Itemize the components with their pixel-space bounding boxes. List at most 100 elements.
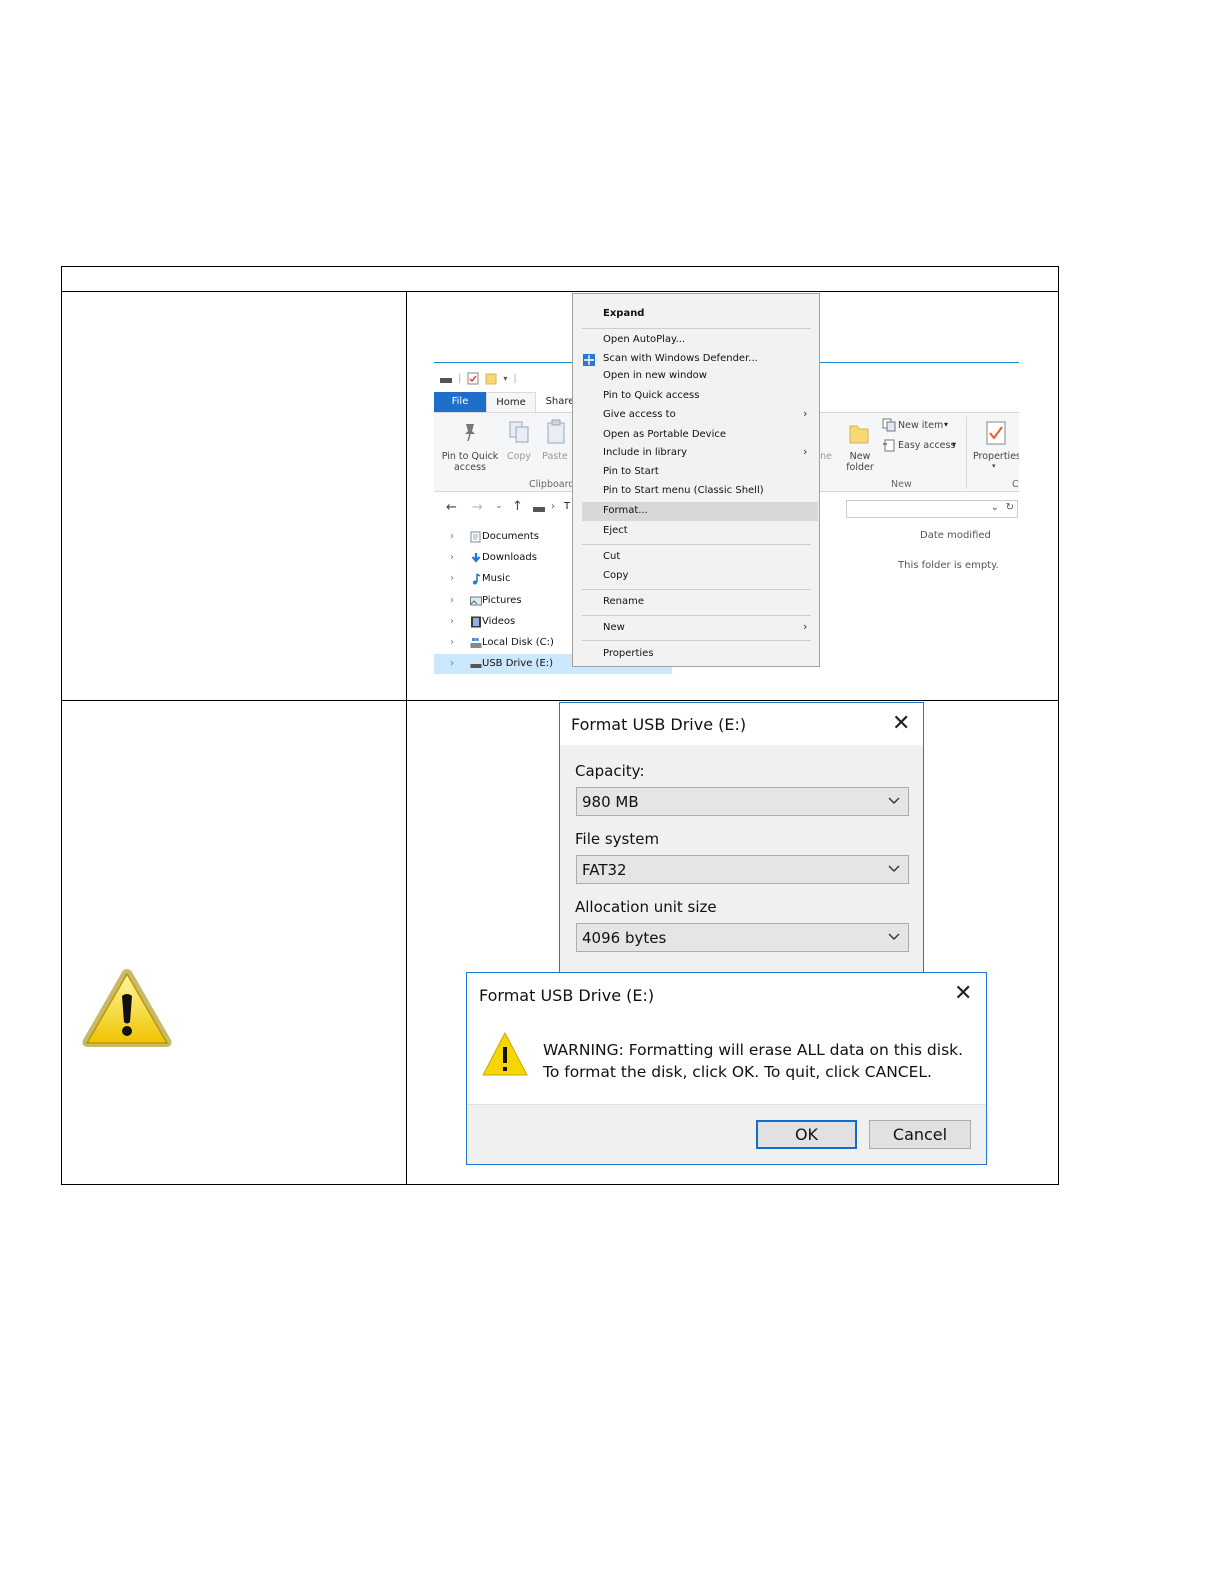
address-box[interactable]: ⌄ ↻ <box>846 500 1018 518</box>
warning-message-line-1: WARNING: Formatting will erase ALL data … <box>543 1041 964 1059</box>
back-arrow-icon[interactable]: ← <box>446 500 457 515</box>
music-icon <box>473 573 481 585</box>
submenu-arrow-icon: › <box>803 407 808 420</box>
file-system-label: File system <box>575 830 660 848</box>
menu-item-cut[interactable]: Cut <box>603 551 620 562</box>
refresh-icon[interactable]: ↻ <box>1006 502 1014 513</box>
menu-item-give-access[interactable]: Give access to <box>603 409 676 420</box>
menu-item-open-autoplay[interactable]: Open AutoPlay... <box>603 334 685 345</box>
menu-item-eject[interactable]: Eject <box>603 525 628 536</box>
usb-drive-icon <box>470 664 482 668</box>
menu-item-pin-start-classic[interactable]: Pin to Start menu (Classic Shell) <box>603 485 764 496</box>
up-arrow-icon[interactable]: ↑ <box>512 499 523 514</box>
new-group-label: New <box>891 479 912 490</box>
tree-item-label: USB Drive (E:) <box>482 658 554 669</box>
paste-button[interactable]: Paste <box>538 451 572 462</box>
menu-item-format[interactable]: Format... <box>603 505 648 516</box>
column-header-date-modified[interactable]: Date modified <box>920 530 991 541</box>
menu-item-expand[interactable]: Expand <box>603 308 644 319</box>
menu-item-pin-quick-access[interactable]: Pin to Quick access <box>603 390 699 401</box>
cut-off-group-label: C <box>1012 479 1019 490</box>
local-disk-icon <box>470 638 482 648</box>
file-system-select[interactable]: FAT32 <box>576 855 909 884</box>
close-icon[interactable]: ✕ <box>892 713 910 735</box>
address-dropdown-icon[interactable]: ⌄ <box>991 502 999 513</box>
menu-separator <box>582 589 811 590</box>
pictures-icon <box>470 596 482 606</box>
menu-separator <box>582 328 811 329</box>
menu-item-open-portable[interactable]: Open as Portable Device <box>603 429 726 440</box>
menu-item-include-library[interactable]: Include in library <box>603 447 687 458</box>
menu-item-new[interactable]: New <box>603 622 625 633</box>
documents-icon <box>470 531 481 543</box>
expand-chevron-icon[interactable]: › <box>450 548 454 568</box>
downloads-icon <box>471 553 481 563</box>
dialog-title: Format USB Drive (E:) <box>479 986 655 1005</box>
chevron-down-icon <box>888 865 900 872</box>
format-dialog-titlebar: Format USB Drive (E:) ✕ <box>560 703 923 745</box>
clipboard-group-label: Clipboard <box>529 479 575 490</box>
allocation-unit-select[interactable]: 4096 bytes <box>576 923 909 952</box>
submenu-arrow-icon: › <box>803 620 808 633</box>
chevron-down-icon <box>888 933 900 940</box>
warning-icon <box>482 1031 528 1076</box>
capacity-label: Capacity: <box>575 762 645 780</box>
properties-dropdown-icon[interactable]: ▾ <box>992 462 996 470</box>
new-item-dropdown-icon[interactable]: ▾ <box>944 420 948 429</box>
menu-item-rename[interactable]: Rename <box>603 596 644 607</box>
windows-defender-icon <box>583 354 595 366</box>
tab-home[interactable]: Home <box>486 392 536 412</box>
tree-item-label: Pictures <box>482 595 522 606</box>
new-item-button[interactable]: New item <box>898 420 943 431</box>
tree-item-label: Downloads <box>482 552 537 563</box>
qat-dropdown-icon[interactable]: ▾ <box>503 374 507 383</box>
forward-arrow-icon[interactable]: → <box>472 500 483 515</box>
ribbon-group-divider <box>966 417 967 489</box>
capacity-value: 980 MB <box>582 793 639 811</box>
properties-small-icon <box>467 372 479 384</box>
cancel-button[interactable]: Cancel <box>869 1120 971 1149</box>
menu-separator <box>582 544 811 545</box>
expand-chevron-icon[interactable]: › <box>450 591 454 611</box>
close-icon[interactable]: ✕ <box>954 983 972 1005</box>
menu-item-scan-defender[interactable]: Scan with Windows Defender... <box>603 353 758 364</box>
context-menu: Expand Open AutoPlay... Scan with Window… <box>572 293 820 667</box>
menu-separator <box>582 640 811 641</box>
address-fragment: T <box>564 501 571 512</box>
allocation-unit-value: 4096 bytes <box>582 929 667 947</box>
table-row-divider <box>61 700 1059 701</box>
tab-file[interactable]: File <box>434 392 486 412</box>
recent-locations-icon[interactable]: ⌄ <box>495 501 503 511</box>
drive-icon <box>440 377 452 383</box>
submenu-arrow-icon: › <box>803 445 808 458</box>
warning-dialog: Format USB Drive (E:) ✕ WARNING: Formatt… <box>466 972 987 1165</box>
easy-access-dropdown-icon[interactable]: ▾ <box>952 440 956 449</box>
expand-chevron-icon[interactable]: › <box>450 654 454 674</box>
new-folder-icon <box>849 425 869 444</box>
easy-access-button[interactable]: Easy access <box>898 440 955 451</box>
ok-button[interactable]: OK <box>756 1120 857 1149</box>
address-drive-icon <box>533 507 545 512</box>
menu-item-pin-start[interactable]: Pin to Start <box>603 466 659 477</box>
menu-item-copy[interactable]: Copy <box>603 570 628 581</box>
copy-button[interactable]: Copy <box>502 451 536 462</box>
menu-item-properties[interactable]: Properties <box>603 648 654 659</box>
expand-chevron-icon[interactable]: › <box>450 612 454 632</box>
pin-quick-access-button[interactable]: Pin to Quick access <box>438 451 502 473</box>
file-system-value: FAT32 <box>582 861 627 879</box>
capacity-select[interactable]: 980 MB <box>576 787 909 816</box>
tree-item-label: Music <box>482 573 511 584</box>
easy-access-icon <box>883 439 895 452</box>
breadcrumb-chevron-icon: › <box>551 501 555 512</box>
format-dialog: Format USB Drive (E:) ✕ Capacity: 980 MB… <box>559 702 924 974</box>
new-folder-button[interactable]: New folder <box>842 451 878 473</box>
dialog-title: Format USB Drive (E:) <box>571 715 747 734</box>
menu-item-open-new-window[interactable]: Open in new window <box>603 370 707 381</box>
expand-chevron-icon[interactable]: › <box>450 633 454 653</box>
tree-item-label: Documents <box>482 531 540 542</box>
expand-chevron-icon[interactable]: › <box>450 569 454 589</box>
expand-chevron-icon[interactable]: › <box>450 527 454 547</box>
properties-button[interactable]: Properties <box>972 451 1019 462</box>
chevron-down-icon <box>888 797 900 804</box>
table-column-divider <box>406 291 407 1185</box>
